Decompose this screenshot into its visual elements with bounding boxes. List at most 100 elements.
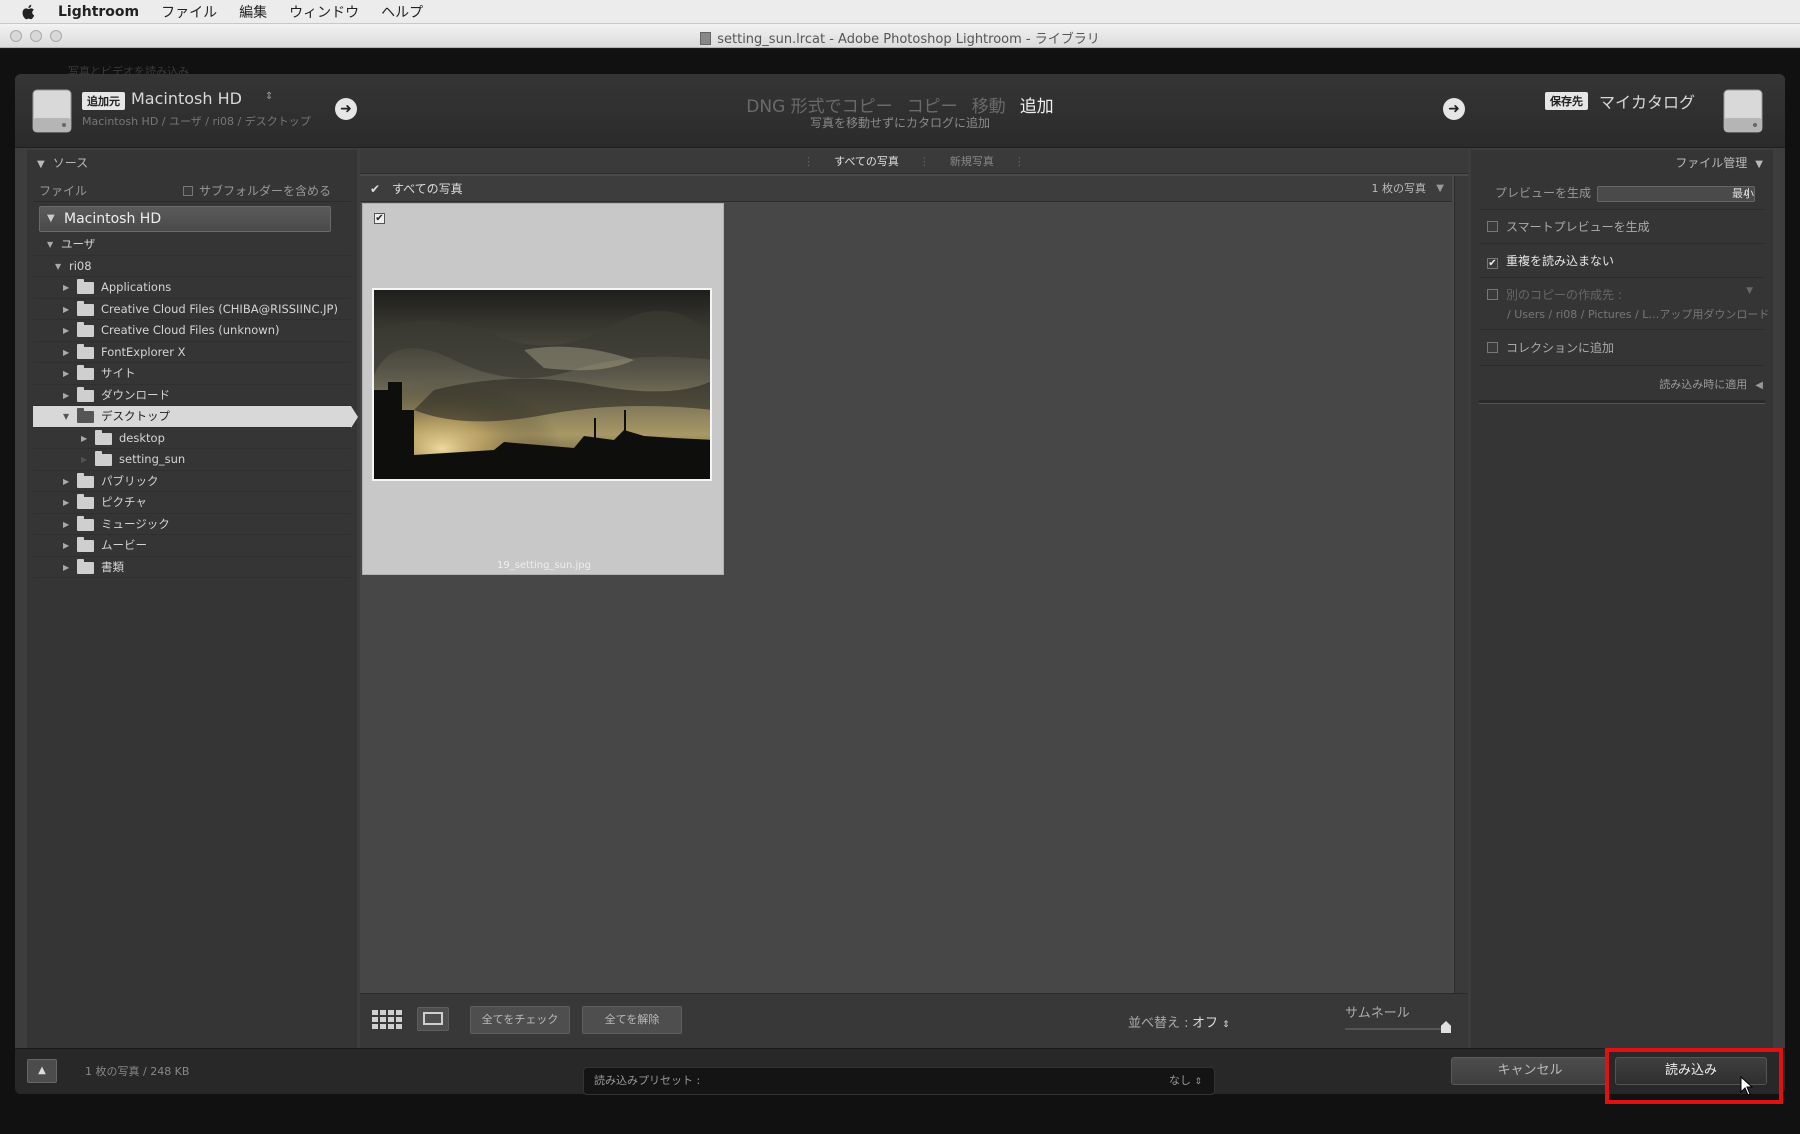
folder-tree-item[interactable]: ▶ Creative Cloud Files (unknown) xyxy=(33,320,351,342)
source-panel-title: ソース xyxy=(52,156,89,170)
collapsed-triangle-icon[interactable]: ▶ xyxy=(63,514,69,535)
folder-tree-item[interactable]: ▶ FontExplorer X xyxy=(33,342,351,363)
uncheck-all-button[interactable]: 全てを解除 xyxy=(582,1006,682,1034)
collapsed-triangle-icon[interactable]: ▶ xyxy=(63,492,69,513)
folder-tree-item-label: desktop xyxy=(119,430,165,445)
smart-previews-checkbox[interactable] xyxy=(1487,221,1498,232)
folder-tree-item-label: ユーザ xyxy=(61,237,96,251)
tab-new-photos[interactable]: 新規写真 xyxy=(950,155,994,168)
apple-icon[interactable] xyxy=(20,3,38,21)
no-duplicates-row[interactable]: ✔ 重複を読み込まない xyxy=(1479,246,1765,278)
expanded-triangle-icon[interactable]: ▼ xyxy=(47,234,53,255)
include-subfolders-option[interactable]: サブフォルダーを含める xyxy=(183,182,331,199)
grid-toolbar: 全てをチェック 全てを解除 並べ替え : オフ ⇕ サムネール xyxy=(360,993,1468,1048)
grid-header-label: すべての写真 xyxy=(392,182,463,196)
collapse-triangle-icon[interactable]: ▼ xyxy=(37,159,45,170)
import-button-highlight xyxy=(1605,1048,1783,1104)
folder-icon xyxy=(77,537,94,552)
loupe-view-button[interactable] xyxy=(417,1007,449,1031)
collapsed-triangle-icon[interactable]: ▶ xyxy=(63,385,69,406)
add-to-collection-checkbox[interactable] xyxy=(1487,342,1498,353)
folder-tree-item[interactable]: ▶ ダウンロード xyxy=(33,385,351,406)
photo-thumbnail[interactable] xyxy=(372,288,712,481)
collapsed-triangle-icon[interactable]: ▶ xyxy=(63,299,69,320)
destination-arrow-icon: ➜ xyxy=(1443,98,1465,120)
folder-tree-item[interactable]: ▶ setting_sun xyxy=(33,449,351,471)
document-icon xyxy=(700,32,712,45)
apply-during-import-header[interactable]: 読み込み時に適用 ◀ xyxy=(1659,376,1763,398)
folder-tree-item[interactable]: ▶ 書類 xyxy=(33,557,351,578)
folder-icon xyxy=(77,322,94,337)
folder-tree-item-label: 書類 xyxy=(101,559,124,574)
check-all-button[interactable]: 全てをチェック xyxy=(470,1006,570,1034)
cancel-button[interactable]: キャンセル xyxy=(1451,1057,1609,1085)
folder-tree-item[interactable]: ▶ パブリック xyxy=(33,471,351,492)
source-panel-header[interactable]: ▼ ソース xyxy=(37,154,88,176)
destination-badge: 保存先 xyxy=(1545,92,1588,110)
folder-icon xyxy=(77,472,94,488)
collapsed-triangle-icon[interactable]: ▶ xyxy=(63,471,69,492)
collapsed-triangle-icon[interactable]: ▶ xyxy=(63,342,69,363)
folder-tree-item[interactable]: ▶ ミュージック xyxy=(33,514,351,535)
folder-icon xyxy=(77,408,94,423)
sort-selector[interactable]: オフ ⇕ xyxy=(1192,1012,1230,1031)
thumbnail-size-label: サムネール xyxy=(1345,1006,1410,1021)
folder-tree-item-label: FontExplorer X xyxy=(101,344,186,359)
window-title-text: setting_sun.lrcat - Adobe Photoshop Ligh… xyxy=(717,32,1100,47)
build-previews-select[interactable]: 最小 ⇕ xyxy=(1597,185,1755,202)
grid-scrollbar[interactable] xyxy=(1454,176,1468,993)
menu-edit[interactable]: 編集 xyxy=(239,2,267,22)
include-subfolders-label: サブフォルダーを含める xyxy=(199,184,332,198)
grid-view-icon[interactable] xyxy=(372,1010,404,1030)
file-handling-panel: ファイル管理 ▼ プレビューを生成 最小 ⇕ スマートプレビューを生成 ✔ 重複を読み込… xyxy=(1471,150,1773,1048)
second-copy-checkbox[interactable] xyxy=(1487,289,1498,300)
folder-tree-item[interactable]: ▶ ムービー xyxy=(33,535,351,557)
folder-tree-item[interactable]: ▼ ri08 xyxy=(33,256,351,277)
expanded-triangle-icon[interactable]: ▼ xyxy=(63,406,69,427)
collapsed-triangle-icon[interactable]: ▶ xyxy=(63,320,69,341)
panel-divider xyxy=(1479,400,1765,404)
folder-tree-item[interactable]: ▶ ピクチャ xyxy=(33,492,351,514)
select-all-checkbox[interactable]: ✔ xyxy=(370,176,380,202)
folder-icon xyxy=(77,300,94,316)
menu-help[interactable]: ヘルプ xyxy=(381,2,423,22)
volume-macintosh-hd[interactable]: ▼ Macintosh HD xyxy=(39,206,331,232)
collapsed-triangle-icon[interactable]: ▶ xyxy=(63,277,69,298)
no-duplicates-checkbox[interactable]: ✔ xyxy=(1487,258,1498,269)
folder-tree-item[interactable]: ▼ デスクトップ xyxy=(33,406,358,428)
volume-label: Macintosh HD xyxy=(64,211,162,227)
collapsed-triangle-icon[interactable]: ▶ xyxy=(63,535,69,556)
menu-file[interactable]: ファイル xyxy=(161,2,217,22)
folder-tree-item[interactable]: ▶ desktop xyxy=(33,428,351,449)
grid-menu-triangle-icon[interactable]: ▼ xyxy=(1436,176,1444,202)
show-more-button[interactable]: ▲ xyxy=(27,1059,57,1083)
folder-icon xyxy=(77,515,94,531)
tab-all-photos[interactable]: すべての写真 xyxy=(834,155,899,168)
folder-tree-item[interactable]: ▶ Applications xyxy=(33,277,351,299)
thumbnail-size-slider[interactable] xyxy=(1345,1021,1451,1033)
collapsed-triangle-icon[interactable]: ▶ xyxy=(63,557,69,578)
second-copy-dropdown-icon[interactable]: ▼ xyxy=(1746,286,1753,296)
folder-tree-item[interactable]: ▼ ユーザ xyxy=(33,234,351,256)
collapsed-triangle-icon[interactable]: ▶ xyxy=(81,428,87,449)
include-subfolders-checkbox[interactable] xyxy=(183,186,193,196)
slider-handle[interactable] xyxy=(1441,1021,1451,1033)
photo-checkbox[interactable]: ✔ xyxy=(374,213,385,224)
import-preset-selector[interactable]: 読み込みプリセット : なし ⇕ xyxy=(583,1067,1215,1095)
menu-window[interactable]: ウィンドウ xyxy=(289,2,359,22)
smart-previews-row[interactable]: スマートプレビューを生成 xyxy=(1479,212,1765,244)
menu-app-name[interactable]: Lightroom xyxy=(58,4,139,20)
folder-tree-item[interactable]: ▶ サイト xyxy=(33,363,351,385)
add-to-collection-row[interactable]: コレクションに追加 xyxy=(1479,332,1765,366)
expanded-triangle-icon[interactable]: ▼ xyxy=(55,256,61,277)
collapse-triangle-icon[interactable]: ▼ xyxy=(1755,159,1763,170)
collapsed-triangle-icon[interactable]: ▶ xyxy=(81,449,87,470)
second-copy-row[interactable]: 別のコピーの作成先 : ▼ / Users / ri08 / Pictures /… xyxy=(1479,280,1769,330)
collapsed-triangle-icon[interactable]: ▶ xyxy=(63,363,69,384)
file-handling-header[interactable]: ファイル管理 ▼ xyxy=(1675,154,1763,176)
expand-left-triangle-icon[interactable]: ◀ xyxy=(1755,380,1763,391)
folder-tree-item[interactable]: ▶ Creative Cloud Files (CHIBA@RISSIINC.JP… xyxy=(33,299,351,320)
photo-cell[interactable]: ✔ 19_setting_sun.jpg xyxy=(362,203,724,575)
expand-triangle-icon[interactable]: ▼ xyxy=(47,207,55,231)
view-tabs: ⋮ すべての写真 ⋮ 新規写真 ⋮ xyxy=(360,150,1468,174)
